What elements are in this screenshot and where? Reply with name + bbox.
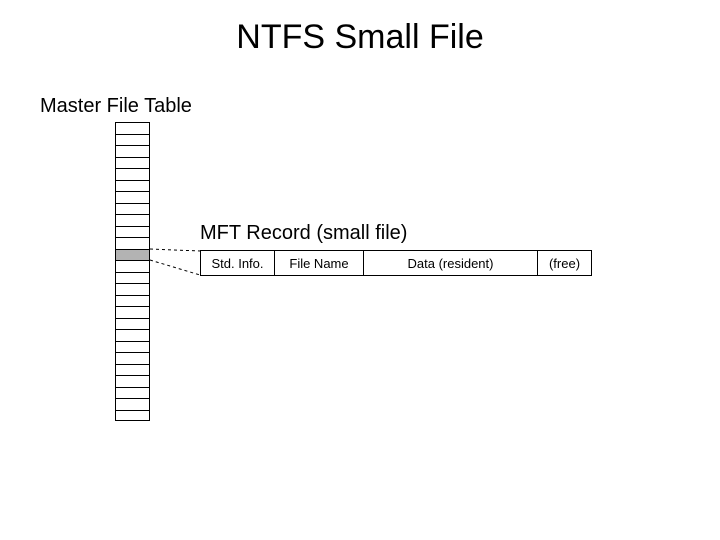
mft-row (115, 226, 150, 238)
mft-row (115, 283, 150, 295)
mft-row (115, 260, 150, 272)
mft-row (115, 122, 150, 134)
page-title: NTFS Small File (0, 18, 720, 57)
mft-row (115, 398, 150, 410)
mft-row (115, 352, 150, 364)
mft-row (115, 168, 150, 180)
mft-row (115, 180, 150, 192)
mft-row (115, 145, 150, 157)
mft-row (115, 375, 150, 387)
mft-row (115, 387, 150, 399)
mft-record: Std. Info. File Name Data (resident) (fr… (200, 250, 592, 276)
mft-row (115, 237, 150, 249)
mft-row (115, 249, 150, 261)
mft-table (115, 122, 150, 421)
mft-row (115, 364, 150, 376)
mft-row (115, 410, 150, 422)
mft-row (115, 306, 150, 318)
mft-row (115, 191, 150, 203)
mft-row (115, 203, 150, 215)
cell-file-name: File Name (274, 250, 364, 276)
mft-row (115, 329, 150, 341)
mft-row (115, 214, 150, 226)
mft-record-label: MFT Record (small file) (200, 222, 407, 245)
mft-row (115, 134, 150, 146)
mft-row (115, 157, 150, 169)
cell-std-info: Std. Info. (200, 250, 275, 276)
mft-row (115, 341, 150, 353)
mft-row (115, 272, 150, 284)
mft-row (115, 295, 150, 307)
cell-free: (free) (537, 250, 592, 276)
mft-row (115, 318, 150, 330)
mft-label: Master File Table (40, 95, 192, 118)
cell-data: Data (resident) (363, 250, 538, 276)
